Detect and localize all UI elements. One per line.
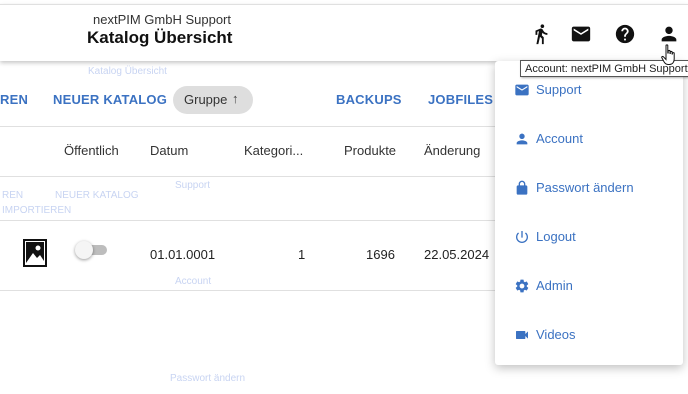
ghost-text: REN — [2, 190, 24, 201]
backups-button[interactable]: BACKUPS — [336, 92, 402, 107]
power-icon — [514, 229, 530, 245]
ghost-text: IMPORTIEREN — [2, 205, 72, 216]
column-header-public[interactable]: Öffentlich — [64, 143, 119, 158]
app-subtitle: nextPIM GmbH Support — [93, 12, 231, 27]
group-chip[interactable]: Gruppe ↑ — [173, 86, 253, 114]
column-header-categories[interactable]: Kategori... — [244, 143, 303, 158]
ghost-text: Katalog Übersicht — [88, 66, 167, 77]
public-toggle[interactable] — [75, 241, 109, 259]
cell-changed: 22.05.2024 — [424, 247, 490, 262]
divider — [0, 290, 495, 291]
mail-icon — [514, 82, 530, 98]
divider — [0, 176, 495, 177]
divider — [0, 126, 495, 127]
jobfiles-button[interactable]: JOBFILES — [428, 92, 493, 107]
hand-cursor-icon — [661, 44, 677, 66]
ghost-text: Account — [175, 276, 212, 287]
lock-icon — [514, 180, 530, 196]
run-icon[interactable] — [530, 23, 552, 45]
divider — [0, 220, 495, 221]
toggle-knob — [75, 241, 93, 259]
menu-item-label: Account — [536, 131, 583, 146]
account-icon[interactable] — [658, 23, 680, 45]
menu-item-change-password[interactable]: Passwort ändern — [495, 165, 683, 209]
video-icon — [514, 327, 530, 343]
menu-item-admin[interactable]: Admin — [495, 263, 683, 307]
menu-item-videos[interactable]: Videos — [495, 312, 683, 356]
menu-item-label: Passwort ändern — [536, 180, 634, 195]
ghost-text: Support — [175, 180, 211, 191]
mail-icon[interactable] — [570, 23, 592, 45]
gear-icon — [514, 278, 530, 294]
image-icon[interactable] — [23, 239, 47, 267]
help-icon[interactable] — [614, 23, 636, 45]
page-title: Katalog Übersicht — [87, 28, 233, 47]
cut-off-button[interactable]: REN — [0, 92, 28, 107]
column-header-products[interactable]: Produkte — [344, 143, 396, 158]
cell-date: 01.01.0001 — [150, 247, 216, 262]
menu-item-label: Support — [536, 82, 582, 97]
account-menu: Support Account Passwort ändern Logout A… — [495, 61, 683, 365]
menu-item-account[interactable]: Account — [495, 116, 683, 160]
new-catalog-button[interactable]: NEUER KATALOG — [53, 92, 167, 107]
menu-item-label: Admin — [536, 278, 573, 293]
ghost-text: NEUER KATALOG — [55, 190, 139, 201]
column-header-changed[interactable]: Änderung — [424, 143, 480, 158]
ghost-text: Passwort ändern — [170, 373, 246, 384]
group-chip-label: Gruppe — [184, 92, 228, 107]
cell-categories: 1 — [298, 247, 306, 262]
menu-item-logout[interactable]: Logout — [495, 214, 683, 258]
app-bar: nextPIM GmbH Support Katalog Übersicht — [0, 4, 688, 61]
person-icon — [514, 131, 530, 147]
menu-item-label: Logout — [536, 229, 576, 244]
menu-item-label: Videos — [536, 327, 576, 342]
column-header-date[interactable]: Datum — [150, 143, 188, 158]
cell-products: 1696 — [366, 247, 395, 262]
sort-arrow-icon: ↑ — [232, 91, 239, 106]
